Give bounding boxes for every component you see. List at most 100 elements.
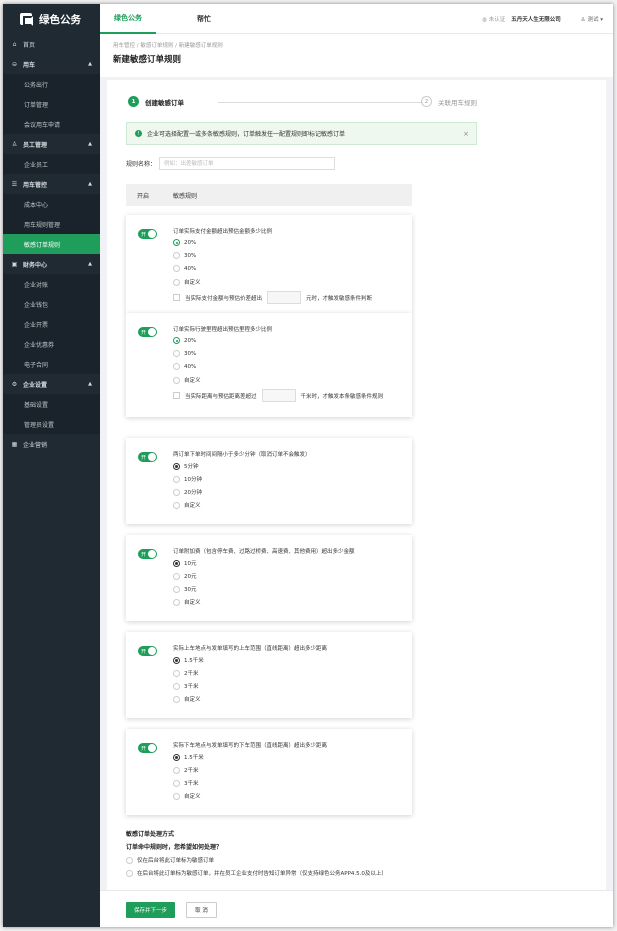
sidebar-group-finance[interactable]: ▣ 财务中心 ▲ — [3, 254, 100, 274]
radio-button[interactable] — [173, 475, 180, 483]
rule-option[interactable]: 3千米 — [173, 682, 199, 690]
sidebar-item-sensitive-rules[interactable]: 敏感订单规则 — [3, 234, 100, 254]
rule-option[interactable]: 3千米 — [173, 779, 199, 787]
rule-option[interactable]: 5分钟 — [173, 462, 199, 470]
top-header: 绿色公务 帮忙 ◍ 未认证 五丹天人生无限公司 ♙ 测试 ▾ — [100, 4, 613, 34]
rule-option[interactable]: 40% — [173, 363, 196, 370]
rule-toggle[interactable]: 开 — [138, 743, 157, 753]
breadcrumb[interactable]: 用车管控 / 敏感订单规则 / 新建敏感订单规则 — [113, 41, 613, 49]
sidebar-item-car-rules[interactable]: 用车规则管理 — [3, 214, 100, 234]
radio-button[interactable] — [173, 766, 180, 774]
rule-option-label: 20分钟 — [184, 490, 202, 496]
sidebar-item-label: 企业营销 — [23, 441, 48, 449]
rule-option[interactable]: 40% — [173, 265, 196, 272]
rule-option[interactable]: 自定义 — [173, 695, 201, 703]
rule-name-input[interactable] — [159, 157, 336, 170]
radio-button[interactable] — [173, 501, 180, 509]
radio-button[interactable] — [173, 376, 180, 384]
tab-help[interactable]: 帮忙 — [176, 4, 232, 34]
radio-button[interactable] — [173, 779, 180, 787]
radio-button[interactable] — [173, 572, 180, 580]
rule-option[interactable]: 20% — [173, 239, 196, 246]
sidebar-item-reconcile[interactable]: 企业对账 — [3, 274, 100, 294]
sidebar-item-admin-settings[interactable]: 管理员设置 — [3, 414, 100, 434]
user-menu[interactable]: ♙ 测试 ▾ — [581, 15, 603, 23]
close-icon[interactable]: × — [463, 130, 469, 138]
rule-toggle[interactable]: 开 — [138, 452, 157, 462]
rule-option[interactable]: 10元 — [173, 559, 197, 567]
cancel-button[interactable]: 取 消 — [186, 902, 217, 918]
rule-option[interactable]: 20分钟 — [173, 488, 202, 496]
radio-button[interactable] — [173, 239, 180, 246]
radio-button[interactable] — [173, 278, 180, 286]
handling-option-1[interactable]: 仅在后台将此订单标为敏感订单 — [126, 856, 387, 864]
threshold-label-post: 千米时，才触发本条敏感条件规则 — [300, 393, 384, 400]
tab-green-official[interactable]: 绿色公务 — [100, 4, 156, 34]
radio-button[interactable] — [173, 363, 180, 370]
rule-option[interactable]: 1.5千米 — [173, 753, 204, 761]
rule-option[interactable]: 30元 — [173, 585, 197, 593]
radio-button[interactable] — [126, 869, 133, 877]
rule-option[interactable]: 10分钟 — [173, 475, 202, 483]
radio-button[interactable] — [173, 585, 180, 593]
threshold-checkbox[interactable] — [173, 294, 180, 301]
sidebar-item-meeting-car[interactable]: 会议用车申请 — [3, 114, 100, 134]
sidebar-item-contract[interactable]: 电子合同 — [3, 354, 100, 374]
sidebar-item-coupon[interactable]: 企业优惠券 — [3, 334, 100, 354]
sidebar-item-trip[interactable]: 公务出行 — [3, 74, 100, 94]
rule-option-label: 20% — [184, 337, 197, 344]
radio-button[interactable] — [173, 669, 180, 677]
radio-button[interactable] — [173, 598, 180, 606]
rule-option[interactable]: 20元 — [173, 572, 197, 580]
radio-button[interactable] — [173, 695, 180, 703]
rule-option[interactable]: 20% — [173, 337, 196, 344]
threshold-input[interactable] — [261, 389, 296, 402]
company-name[interactable]: 五丹天人生无限公司 — [511, 15, 561, 23]
rule-option[interactable]: 自定义 — [173, 376, 201, 384]
rule-option[interactable]: 30% — [173, 350, 196, 357]
radio-button[interactable] — [173, 792, 180, 800]
sidebar-group-control[interactable]: ☰ 用车管控 ▲ — [3, 174, 100, 194]
handling-option-2[interactable]: 在后台将此订单标为敏感订单，并在员工企业支付时告知订单异常（仅支持绿色公务APP… — [126, 869, 387, 877]
sidebar-item-wallet[interactable]: 企业钱包 — [3, 294, 100, 314]
sidebar-item-staff[interactable]: 企业员工 — [3, 154, 100, 174]
sidebar-item-marketing[interactable]: ▦ 企业营销 — [3, 434, 100, 454]
radio-button[interactable] — [173, 753, 180, 761]
rule-option[interactable]: 自定义 — [173, 792, 201, 800]
radio-button[interactable] — [173, 265, 180, 272]
rule-name-row: 规则名称： — [126, 157, 336, 170]
sidebar-item-invoice[interactable]: 企业开票 — [3, 314, 100, 334]
radio-button[interactable] — [173, 252, 180, 259]
threshold-checkbox[interactable] — [173, 392, 180, 399]
rule-toggle[interactable]: 开 — [138, 549, 157, 559]
rule-option[interactable]: 1.5千米 — [173, 656, 204, 664]
rule-option[interactable]: 自定义 — [173, 598, 201, 606]
radio-button[interactable] — [173, 682, 180, 690]
rule-option[interactable]: 2千米 — [173, 669, 199, 677]
sidebar-item-home[interactable]: ⌂ 首页 — [3, 34, 100, 54]
radio-button[interactable] — [126, 856, 133, 864]
sidebar-group-car[interactable]: ⊖ 用车 ▲ — [3, 54, 100, 74]
rule-toggle[interactable]: 开 — [138, 327, 157, 337]
rule-toggle[interactable]: 开 — [138, 229, 157, 239]
rule-option[interactable]: 30% — [173, 252, 196, 259]
radio-button[interactable] — [173, 559, 180, 567]
alert-text: 企业可选择配置一或多条敏感规则，订单触发任一配置规则即标记敏感订单 — [147, 131, 346, 138]
sidebar-group-staff[interactable]: ♙ 员工管理 ▲ — [3, 134, 100, 154]
radio-button[interactable] — [173, 337, 180, 344]
radio-button[interactable] — [173, 488, 180, 496]
radio-button[interactable] — [173, 462, 180, 470]
sidebar-item-cost-center[interactable]: 成本中心 — [3, 194, 100, 214]
rule-option[interactable]: 自定义 — [173, 278, 201, 286]
radio-button[interactable] — [173, 656, 180, 664]
threshold-input[interactable] — [267, 291, 302, 304]
radio-button[interactable] — [173, 350, 180, 357]
sidebar-group-settings[interactable]: ⚙ 企业设置 ▲ — [3, 374, 100, 394]
sidebar-item-basic-settings[interactable]: 基础设置 — [3, 394, 100, 414]
app-logo[interactable]: 绿色公务 — [3, 4, 100, 34]
rule-toggle[interactable]: 开 — [138, 646, 157, 656]
save-next-button[interactable]: 保存并下一步 — [126, 902, 175, 918]
sidebar-item-orders[interactable]: 订单管理 — [3, 94, 100, 114]
rule-option[interactable]: 2千米 — [173, 766, 199, 774]
rule-option[interactable]: 自定义 — [173, 501, 201, 509]
